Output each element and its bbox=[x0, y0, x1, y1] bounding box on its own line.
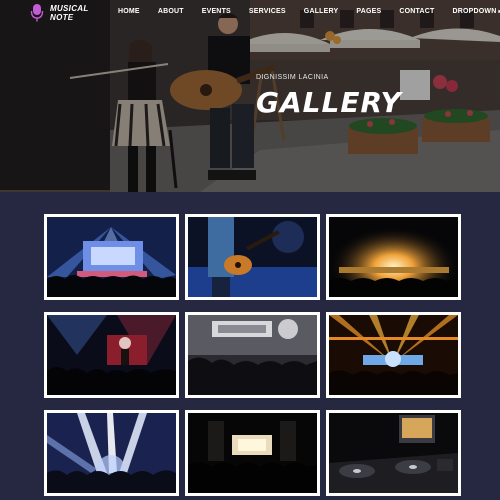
brand-name: MUSICAL NOTE bbox=[50, 4, 89, 22]
hero-dark-overlay bbox=[0, 0, 500, 192]
top-navigation: MUSICAL NOTE HOME ABOUT EVENTS SERVICES … bbox=[0, 0, 500, 24]
hero-kicker: DIGNISSIM LACINIA bbox=[256, 74, 329, 81]
page-title: GALLERY bbox=[256, 86, 402, 119]
crowd-smoke-stage-image bbox=[188, 315, 317, 395]
nav-events[interactable]: EVENTS bbox=[202, 8, 231, 15]
gallery-photo-dark-hall[interactable] bbox=[185, 410, 320, 496]
hero-banner bbox=[0, 0, 500, 192]
gallery-photo-guitarist[interactable] bbox=[185, 214, 320, 300]
nav-gallery[interactable]: GALLERY bbox=[304, 8, 339, 15]
gallery-photo-red-stage[interactable] bbox=[44, 312, 179, 398]
gallery-photo-orange-lasers[interactable] bbox=[326, 312, 461, 398]
photo-gallery bbox=[44, 214, 462, 500]
guitarist-closeup-image bbox=[188, 217, 317, 297]
crowd-red-stage-image bbox=[47, 315, 176, 395]
brand-logo[interactable]: MUSICAL NOTE bbox=[30, 4, 90, 22]
microphone-icon bbox=[30, 4, 44, 22]
orange-laser-show-image bbox=[329, 315, 458, 395]
nav-pages[interactable]: PAGES bbox=[356, 8, 381, 15]
nav-services[interactable]: SERVICES bbox=[249, 8, 286, 15]
dark-hall-stage-image bbox=[188, 413, 317, 493]
gallery-photo-white-beams[interactable] bbox=[44, 410, 179, 496]
dj-turntables-image bbox=[329, 413, 458, 493]
concert-stage-blue-image bbox=[47, 217, 176, 297]
nav-dropdown[interactable]: DROPDOWN▸ bbox=[453, 8, 500, 15]
white-beam-lights-image bbox=[47, 413, 176, 493]
nav-dropdown-label: DROPDOWN bbox=[452, 8, 497, 15]
gallery-photo-concert-blue[interactable] bbox=[44, 214, 179, 300]
gallery-photo-smoke-stage[interactable] bbox=[185, 312, 320, 398]
nav-home[interactable]: HOME bbox=[118, 8, 140, 15]
nav-contact[interactable]: CONTACT bbox=[399, 8, 434, 15]
nav-about[interactable]: ABOUT bbox=[158, 8, 184, 15]
main-menu: HOME ABOUT EVENTS SERVICES GALLERY PAGES… bbox=[118, 8, 500, 15]
stage-golden-glow-image bbox=[329, 217, 458, 297]
gallery-photo-dj[interactable] bbox=[326, 410, 461, 496]
gallery-photo-golden-stage[interactable] bbox=[326, 214, 461, 300]
